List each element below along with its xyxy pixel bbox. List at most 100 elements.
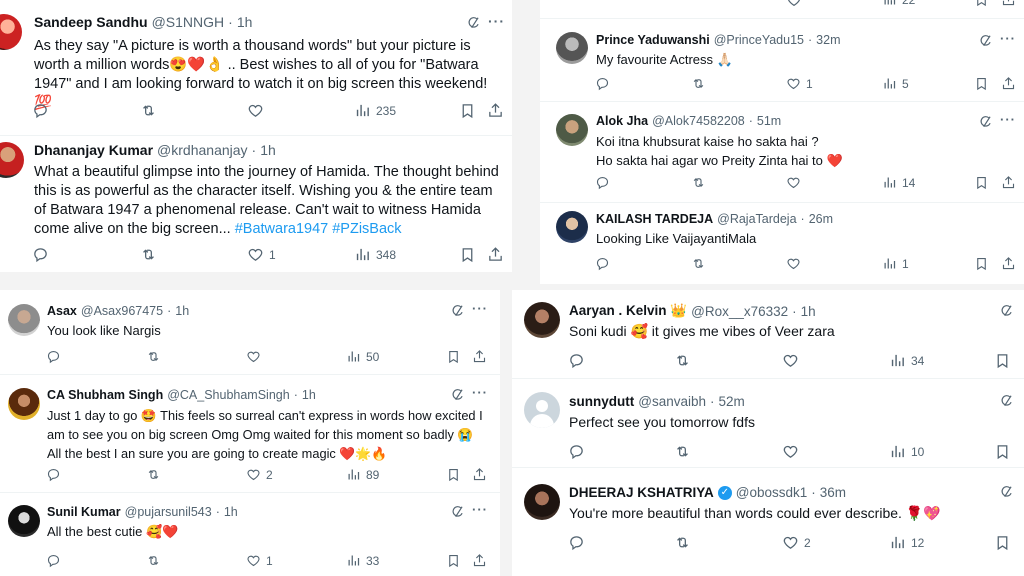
reply-button[interactable] <box>595 175 610 190</box>
like-button[interactable]: 1 <box>247 246 276 263</box>
grok-icon[interactable] <box>979 115 993 129</box>
reply-button[interactable] <box>46 349 61 364</box>
timestamp[interactable]: 51m <box>757 114 781 128</box>
share-button[interactable] <box>487 246 504 263</box>
author-name[interactable]: CA Shubham Singh <box>47 388 163 402</box>
retweet-button[interactable] <box>674 443 691 460</box>
bookmark-button[interactable] <box>459 246 476 263</box>
views-button[interactable]: 1 <box>882 256 909 271</box>
author-handle[interactable]: @pujarsunil543 <box>125 505 212 519</box>
like-button[interactable] <box>786 256 806 271</box>
avatar[interactable] <box>556 211 588 243</box>
retweet-button[interactable] <box>146 553 161 568</box>
reply-tweet[interactable]: KAILASH TARDEJA @RajaTardeja · 26m Looki… <box>540 203 1024 284</box>
grok-icon[interactable] <box>451 388 465 402</box>
more-options-icon[interactable]: ··· <box>472 301 488 316</box>
author-handle[interactable]: @Alok74582208 <box>652 114 745 128</box>
reply-tweet[interactable]: sunnydutt @sanvaibh · 52m Perfect see yo… <box>512 379 1024 468</box>
avatar[interactable] <box>524 302 560 338</box>
grok-icon[interactable] <box>451 505 465 519</box>
grok-icon[interactable] <box>1000 394 1014 408</box>
author-handle[interactable]: @RajaTardeja <box>717 212 796 226</box>
like-button[interactable] <box>246 349 266 364</box>
author-name[interactable]: Alok Jha <box>596 114 648 128</box>
retweet-button[interactable] <box>146 467 161 482</box>
author-name[interactable]: Prince Yaduwanshi <box>596 33 710 47</box>
hashtag-link[interactable]: #Batwara1947 #PZisBack <box>235 221 402 237</box>
views-button[interactable]: 50 <box>346 349 379 364</box>
avatar[interactable] <box>556 32 588 64</box>
bookmark-button[interactable] <box>994 534 1011 551</box>
reply-button[interactable] <box>568 443 585 460</box>
retweet-button[interactable] <box>691 76 706 91</box>
author-name[interactable]: Dhananjay Kumar <box>34 142 153 158</box>
author-name[interactable]: KAILASH TARDEJA <box>596 212 713 226</box>
like-button[interactable] <box>247 102 269 119</box>
more-options-icon[interactable]: ··· <box>1000 31 1016 46</box>
author-handle[interactable]: @CA_ShubhamSingh <box>167 388 290 402</box>
grok-icon[interactable] <box>979 34 993 48</box>
timestamp[interactable]: 52m <box>719 394 745 409</box>
views-button[interactable]: 22 <box>882 0 915 7</box>
bookmark-button[interactable] <box>974 256 989 271</box>
grok-icon[interactable] <box>1000 485 1014 499</box>
avatar[interactable] <box>524 392 560 428</box>
timestamp[interactable]: 36m <box>820 485 846 500</box>
author-name[interactable]: DHEERAJ KSHATRIYA <box>569 485 714 500</box>
reply-button[interactable] <box>568 352 585 369</box>
avatar[interactable] <box>0 14 22 50</box>
bookmark-button[interactable] <box>446 467 461 482</box>
reply-tweet[interactable]: Sunil Kumar @pujarsunil543 · 1h ··· All … <box>0 493 500 576</box>
retweet-button[interactable] <box>674 352 691 369</box>
share-button[interactable] <box>1001 256 1016 271</box>
like-button[interactable]: 1 <box>246 553 273 568</box>
author-name[interactable]: Sandeep Sandhu <box>34 14 148 30</box>
author-handle[interactable]: @obossdk1 <box>736 485 808 500</box>
like-button[interactable] <box>786 175 806 190</box>
timestamp[interactable]: 1h <box>302 388 316 402</box>
author-handle[interactable]: @Asax967475 <box>81 304 163 318</box>
views-button[interactable]: 33 <box>346 553 379 568</box>
reply-tweet[interactable]: Prince Yaduwanshi @PrinceYadu15 · 32m ··… <box>540 19 1024 102</box>
like-button[interactable] <box>782 352 804 369</box>
bookmark-button[interactable] <box>994 352 1011 369</box>
author-name[interactable]: Sunil Kumar <box>47 505 121 519</box>
author-handle[interactable]: @krdhananjay <box>157 142 248 158</box>
author-name[interactable]: Aaryan . Kelvin 👑 <box>569 303 687 319</box>
share-button[interactable] <box>487 102 504 119</box>
reply-tweet[interactable]: DHEERAJ KSHATRIYA ✓ @obossdk1 · 36m You'… <box>512 468 1024 576</box>
views-button[interactable]: 235 <box>354 102 396 119</box>
timestamp[interactable]: 32m <box>816 33 840 47</box>
bookmark-button[interactable] <box>446 349 461 364</box>
grok-icon[interactable] <box>451 304 465 318</box>
retweet-button[interactable] <box>691 175 706 190</box>
reply-button[interactable] <box>46 553 61 568</box>
bookmark-button[interactable] <box>974 175 989 190</box>
reply-tweet[interactable]: Asax @Asax967475 · 1h ··· You look like … <box>0 290 500 375</box>
views-button[interactable]: 12 <box>889 534 924 551</box>
author-handle[interactable]: @sanvaibh <box>638 394 706 409</box>
timestamp[interactable]: 26m <box>809 212 833 226</box>
share-button[interactable] <box>1001 175 1016 190</box>
like-button[interactable]: 1 <box>786 76 813 91</box>
share-icon[interactable] <box>1001 0 1016 7</box>
timestamp[interactable]: 1h <box>801 304 816 319</box>
share-button[interactable] <box>472 467 487 482</box>
share-button[interactable] <box>1001 76 1016 91</box>
views-button[interactable]: 14 <box>882 175 915 190</box>
bookmark-button[interactable] <box>459 102 476 119</box>
like-button[interactable] <box>782 443 804 460</box>
reply-button[interactable] <box>32 102 54 119</box>
avatar[interactable] <box>556 114 588 146</box>
retweet-button[interactable] <box>146 349 161 364</box>
more-options-icon[interactable]: ··· <box>472 385 488 400</box>
bookmark-button[interactable] <box>974 76 989 91</box>
timestamp[interactable]: 1h <box>175 304 189 318</box>
views-button[interactable]: 10 <box>889 443 924 460</box>
bookmark-icon[interactable] <box>974 0 989 7</box>
author-handle[interactable]: @S1NNGH <box>152 14 225 30</box>
reply-button[interactable] <box>32 246 54 263</box>
more-options-icon[interactable]: ··· <box>472 502 488 517</box>
views-button[interactable]: 348 <box>354 246 396 263</box>
grok-icon[interactable] <box>1000 304 1014 318</box>
